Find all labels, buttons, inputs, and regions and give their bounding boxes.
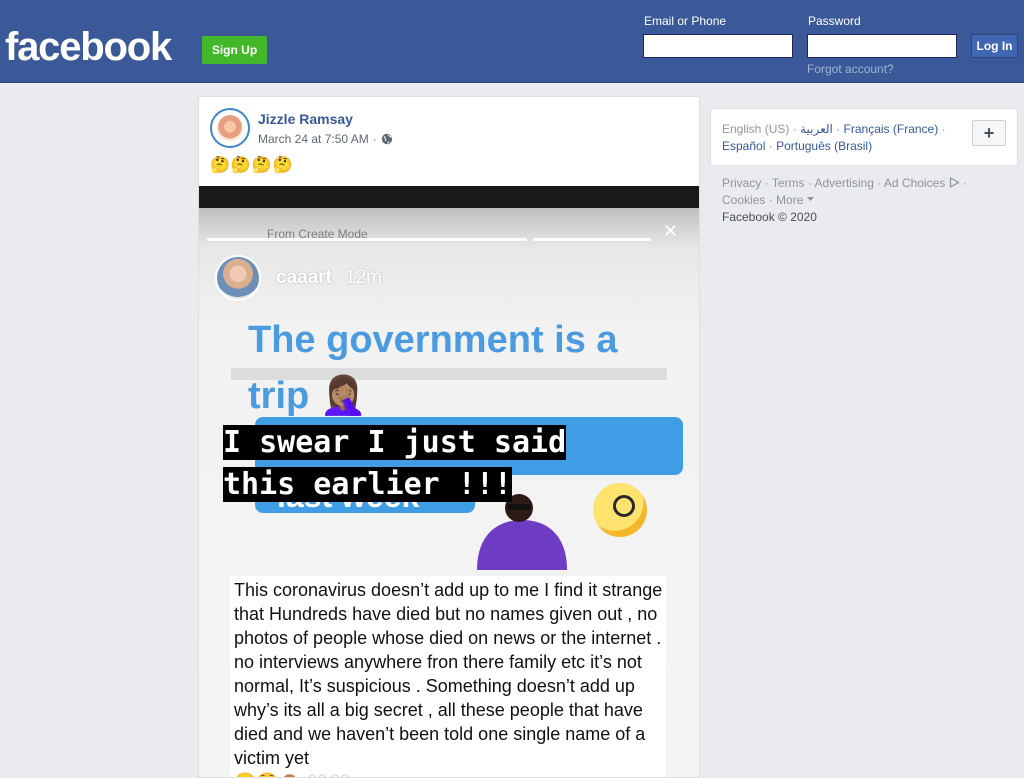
overlay-line: I swear I just said	[223, 425, 567, 460]
ad-choices-label: Ad Choices	[883, 176, 946, 190]
language-current: English (US)	[722, 122, 790, 136]
language-link[interactable]: العربية	[800, 122, 833, 136]
ad-choices-icon	[949, 176, 960, 189]
email-label: Email or Phone	[644, 14, 727, 28]
log-in-button[interactable]: Log In	[971, 34, 1018, 58]
facebook-logo[interactable]: facebook	[5, 24, 172, 70]
story-time: 12m	[345, 267, 382, 288]
story-progress-bar	[533, 238, 651, 241]
story-progress-bar	[207, 238, 527, 241]
story-screenshot: From Create Mode ✕ caaart 12m The govern…	[199, 208, 699, 777]
top-bar: facebook Sign Up Email or Phone Password…	[0, 0, 1024, 83]
post-image[interactable]: From Create Mode ✕ caaart 12m The govern…	[199, 186, 699, 777]
monocle-lens	[613, 495, 635, 517]
story-note: This coronavirus doesn’t add up to me I …	[234, 578, 674, 777]
language-link[interactable]: Español	[722, 139, 765, 153]
meta-separator: ·	[372, 132, 377, 146]
ad-choices-link[interactable]: Ad Choices	[884, 176, 960, 190]
more-label: More	[776, 193, 804, 207]
copyright: Facebook © 2020	[722, 210, 817, 224]
footer-links: Privacy · Terms · Advertising · Ad Choic…	[722, 176, 967, 224]
language-list: English (US) · العربية · Français (Franc…	[722, 122, 946, 153]
post-meta: March 24 at 7:50 AM ·	[258, 132, 393, 146]
post-timestamp[interactable]: March 24 at 7:50 AM	[258, 132, 369, 146]
story-username: caaart	[276, 267, 332, 288]
globe-icon[interactable]	[381, 133, 393, 145]
password-field[interactable]	[807, 34, 957, 58]
language-link[interactable]: Français (France)	[844, 122, 939, 136]
overlay-line: this earlier !!!	[223, 467, 512, 502]
forgot-account-link[interactable]: Forgot account?	[807, 62, 894, 76]
more-link[interactable]: More	[776, 193, 814, 207]
story-note-emoji: 🙄😳🙈 👀👀	[234, 772, 351, 777]
password-label: Password	[808, 14, 861, 28]
language-box: English (US) · العربية · Français (Franc…	[710, 108, 1018, 166]
close-icon: ✕	[663, 221, 679, 241]
privacy-link[interactable]: Privacy	[722, 176, 761, 190]
advertising-link[interactable]: Advertising	[815, 176, 874, 190]
terms-link[interactable]: Terms	[772, 176, 805, 190]
language-link[interactable]: Português (Brasil)	[776, 139, 872, 153]
post-card: Jizzle Ramsay March 24 at 7:50 AM · 🤔🤔🤔🤔…	[198, 96, 700, 778]
post-author-name[interactable]: Jizzle Ramsay	[258, 111, 353, 127]
caret-down-icon	[806, 197, 814, 201]
story-headline: The government is a trip 🤦🏽‍♀️	[248, 319, 618, 417]
post-text: 🤔🤔🤔🤔	[210, 157, 294, 174]
story-avatar	[215, 255, 261, 301]
avatar-image	[217, 115, 243, 141]
email-field[interactable]	[643, 34, 793, 58]
cookies-link[interactable]: Cookies	[722, 193, 765, 207]
sign-up-button[interactable]: Sign Up	[202, 36, 267, 64]
add-language-button[interactable]: +	[972, 120, 1006, 146]
author-avatar[interactable]	[210, 108, 250, 148]
story-note-text: This coronavirus doesn’t add up to me I …	[234, 580, 663, 768]
